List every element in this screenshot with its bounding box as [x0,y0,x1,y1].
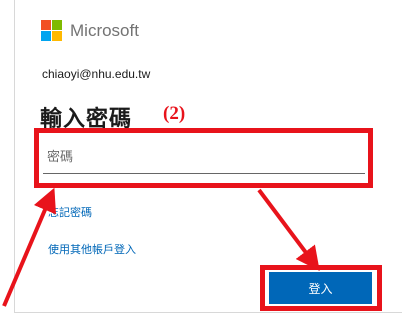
annotation-arrows [2,187,320,307]
arrow-to-sign-in-button [257,188,320,271]
arrow-to-password-field [2,187,57,307]
